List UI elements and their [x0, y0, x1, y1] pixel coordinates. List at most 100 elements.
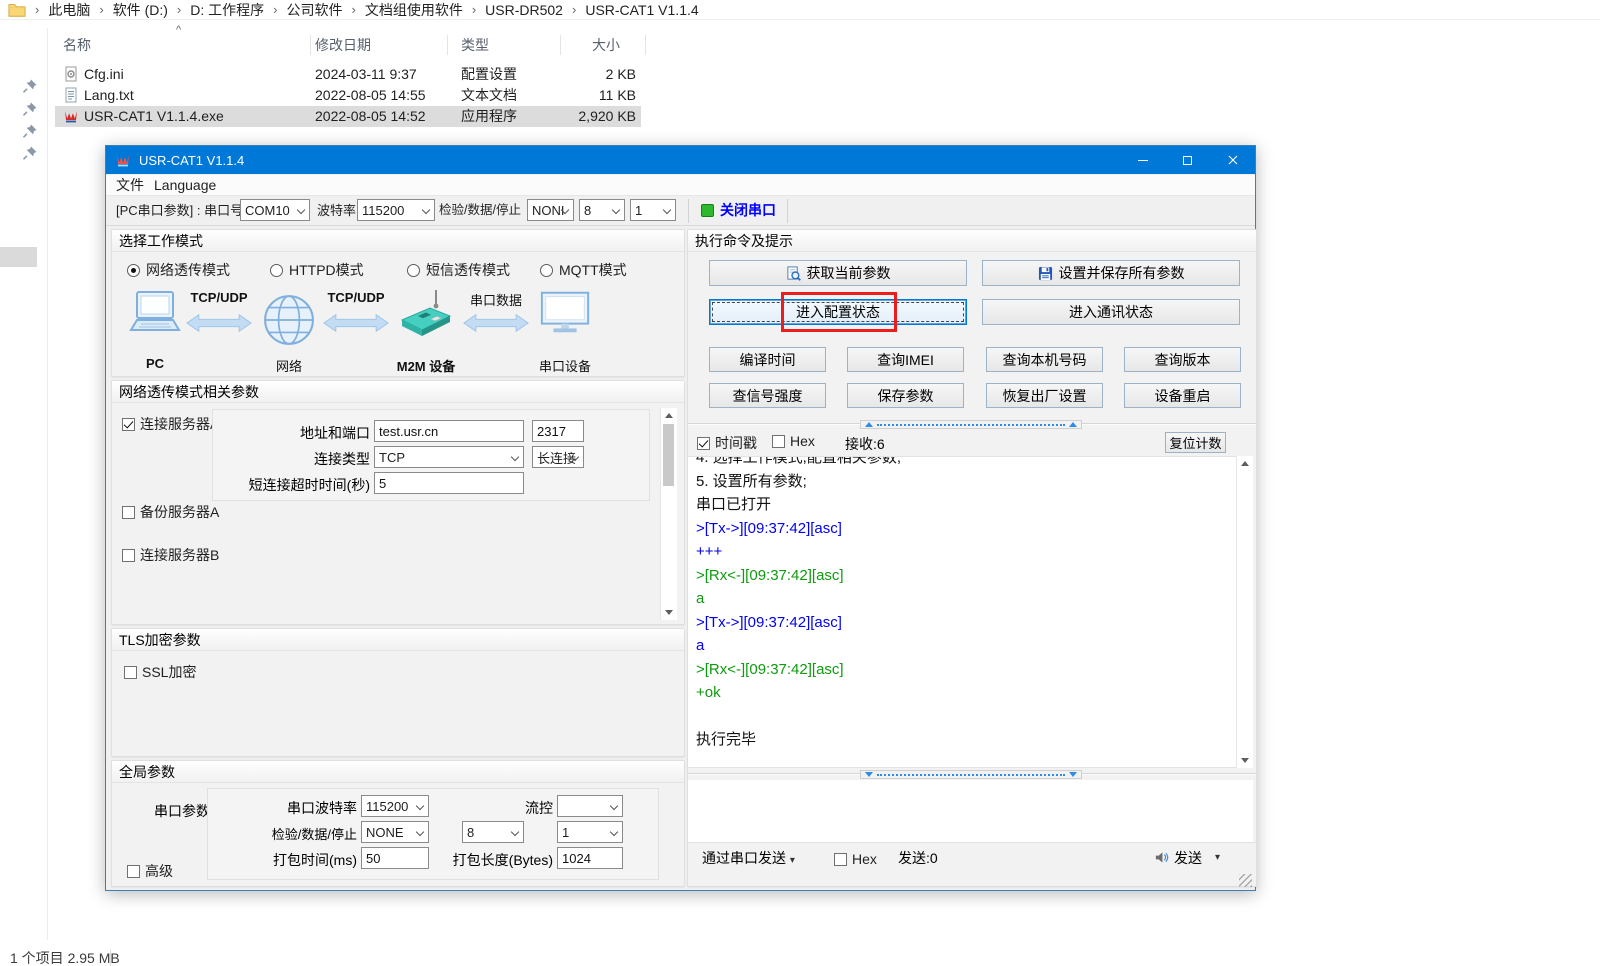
radio-icon: [407, 264, 420, 277]
serial-stopbits-select[interactable]: 1: [557, 821, 623, 843]
menu-file[interactable]: 文件: [116, 175, 144, 195]
port-input[interactable]: [532, 420, 584, 442]
parity-select[interactable]: NONI: [527, 199, 574, 221]
get-params-button[interactable]: 获取当前参数: [709, 260, 967, 286]
splitter-arrow-icon: [1069, 422, 1077, 427]
file-row[interactable]: Lang.txt 2022-08-05 14:55 文本文档 11 KB: [55, 85, 641, 106]
column-divider[interactable]: [310, 35, 311, 55]
reset-count-button[interactable]: 复位计数: [1165, 432, 1226, 453]
serial-pds-label: 检验/数据/停止: [207, 824, 357, 843]
column-header-type[interactable]: 类型: [461, 32, 489, 58]
dropdown-arrow-icon: [663, 206, 671, 214]
set-save-all-button[interactable]: 设置并保存所有参数: [982, 260, 1240, 286]
breadcrumb: › 此电脑 › 软件 (D:) › D: 工作程序 › 公司软件 › 文档组使用…: [0, 0, 1600, 20]
breadcrumb-item[interactable]: 此电脑: [48, 0, 90, 20]
file-row-selected[interactable]: USR-CAT1 V1.1.4.exe 2022-08-05 14:52 应用程…: [55, 106, 641, 127]
timestamp-checkbox[interactable]: 时间戳: [697, 433, 757, 453]
radio-network-mode[interactable]: 网络透传模式: [127, 260, 230, 280]
scrollbar-thumb[interactable]: [663, 424, 674, 486]
column-divider[interactable]: [645, 35, 646, 55]
send-dropdown-caret[interactable]: ▾: [1215, 843, 1220, 873]
breadcrumb-item[interactable]: USR-CAT1 V1.1.4: [585, 2, 698, 18]
command-panel-title: 执行命令及提示: [688, 230, 1256, 252]
close-port-button[interactable]: 关闭串口: [720, 196, 776, 225]
send-input-area[interactable]: [688, 780, 1253, 842]
conn-type-select[interactable]: TCP: [374, 446, 524, 468]
breadcrumb-item[interactable]: USR-DR502: [485, 2, 563, 18]
save-icon: [1038, 266, 1053, 281]
txt-file-icon: [63, 87, 79, 108]
pack-length-input[interactable]: [557, 847, 623, 869]
column-header-size[interactable]: 大小: [592, 32, 620, 58]
advanced-checkbox[interactable]: 高级: [127, 861, 173, 881]
pin-icon: [22, 145, 38, 161]
scroll-up-icon[interactable]: [665, 413, 673, 418]
server-b-checkbox[interactable]: 连接服务器B: [122, 545, 219, 565]
query-local-number-button[interactable]: 查询本机号码: [986, 347, 1103, 372]
scroll-down-icon[interactable]: [1241, 758, 1249, 763]
device-reboot-button[interactable]: 设备重启: [1124, 383, 1241, 408]
baud-select[interactable]: 115200: [357, 199, 435, 221]
serial-toolbar: [PC串口参数] : 串口号 COM10 波特率 115200 检验/数据/停止…: [106, 195, 1255, 226]
flow-control-select[interactable]: [557, 795, 623, 817]
serial-parity-select[interactable]: NONE: [361, 821, 429, 843]
query-version-button[interactable]: 查询版本: [1124, 347, 1241, 372]
address-input[interactable]: [374, 420, 524, 442]
send-button[interactable]: 发送: [1174, 843, 1202, 873]
ssl-checkbox[interactable]: SSL加密: [124, 662, 196, 682]
radio-mqtt-mode[interactable]: MQTT模式: [540, 260, 627, 280]
dropdown-arrow-icon: [416, 828, 424, 836]
save-params-button[interactable]: 保存参数: [847, 383, 964, 408]
factory-reset-button[interactable]: 恢复出厂设置: [986, 383, 1103, 408]
query-signal-button[interactable]: 查信号强度: [709, 383, 826, 408]
backup-a-checkbox[interactable]: 备份服务器A: [122, 502, 219, 522]
node-label: 网络: [259, 356, 319, 375]
radio-httpd-mode[interactable]: HTTPD模式: [270, 260, 364, 280]
app-window: USR-CAT1 V1.1.4 文件 Language [PC串口参数] : 串…: [105, 145, 1256, 891]
annotation-red-box: [781, 292, 897, 332]
query-imei-button[interactable]: 查询IMEI: [847, 347, 964, 372]
log-hex-checkbox[interactable]: Hex: [772, 433, 815, 449]
column-divider[interactable]: [560, 35, 561, 55]
serial-baud-select[interactable]: 115200: [361, 795, 429, 817]
resize-grip[interactable]: [1239, 874, 1252, 887]
send-splitter[interactable]: [688, 770, 1256, 780]
nav-scrollbar-thumb[interactable]: [0, 247, 37, 267]
databits-select[interactable]: 8: [579, 199, 625, 221]
column-divider[interactable]: [447, 35, 448, 55]
enter-comm-button[interactable]: 进入通讯状态: [982, 299, 1240, 325]
serial-databits-select[interactable]: 8: [462, 821, 524, 843]
params-scrollbar[interactable]: [660, 408, 677, 620]
compile-time-button[interactable]: 编译时间: [709, 347, 826, 372]
log-scrollbar[interactable]: [1236, 456, 1253, 768]
breadcrumb-item[interactable]: 软件 (D:): [113, 0, 168, 20]
menu-language[interactable]: Language: [154, 175, 216, 195]
minimize-button[interactable]: [1120, 146, 1165, 174]
double-arrow-icon: [460, 312, 532, 337]
short-timeout-input[interactable]: [374, 472, 524, 494]
node-label: M2M 设备: [391, 356, 461, 375]
radio-sms-mode[interactable]: 短信透传模式: [407, 260, 510, 280]
close-button[interactable]: [1210, 146, 1255, 174]
column-header-name[interactable]: 名称: [63, 32, 91, 58]
column-header-date[interactable]: 修改日期: [315, 32, 371, 58]
com-port-select[interactable]: COM10: [240, 199, 310, 221]
breadcrumb-item[interactable]: 文档组使用软件: [365, 0, 463, 20]
log-output[interactable]: 4. 选择工作模式,配置相关参数; 5. 设置所有参数; 串口已打开 >[Tx-…: [688, 456, 1236, 768]
scroll-down-icon[interactable]: [665, 610, 673, 615]
scroll-up-icon[interactable]: [1241, 461, 1249, 466]
stopbits-select[interactable]: 1: [630, 199, 676, 221]
file-name: Cfg.ini: [84, 64, 124, 85]
node-label: PC: [125, 356, 185, 371]
conn-keep-select[interactable]: 长连接: [532, 446, 584, 468]
link-label: 串口数据: [460, 290, 532, 309]
radio-icon: [270, 264, 283, 277]
file-row[interactable]: Cfg.ini 2024-03-11 9:37 配置设置 2 KB: [55, 64, 641, 85]
send-via-serial-dropdown[interactable]: 通过串口发送 ▾: [702, 843, 795, 876]
send-hex-checkbox[interactable]: Hex: [834, 851, 877, 867]
breadcrumb-item[interactable]: D: 工作程序: [190, 0, 264, 20]
maximize-button[interactable]: [1165, 146, 1210, 174]
log-splitter[interactable]: [688, 420, 1256, 430]
breadcrumb-item[interactable]: 公司软件: [286, 0, 342, 20]
titlebar[interactable]: USR-CAT1 V1.1.4: [106, 146, 1255, 174]
